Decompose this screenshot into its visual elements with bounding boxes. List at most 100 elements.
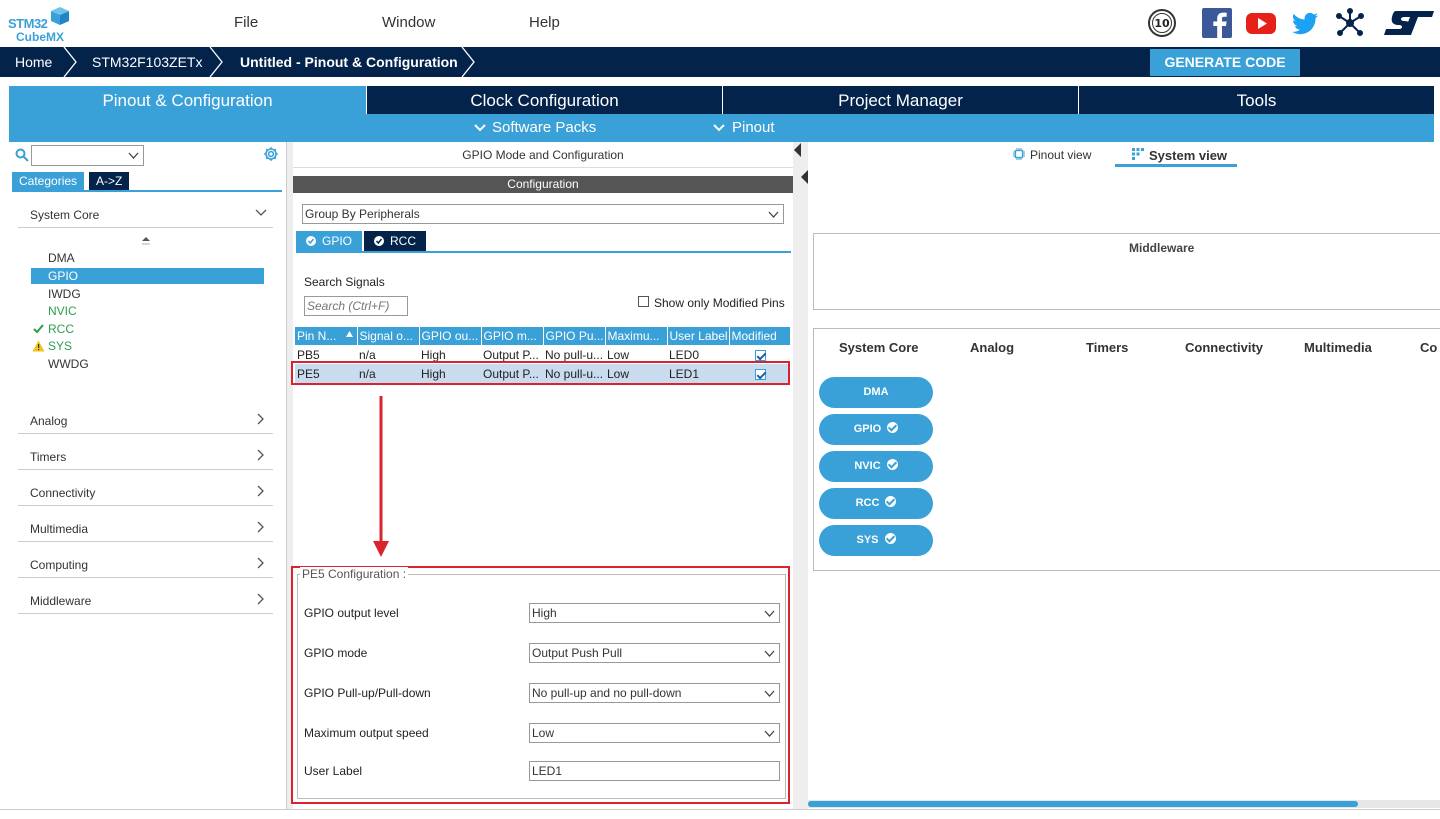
chevron-down-icon: [474, 124, 486, 132]
tab-categories[interactable]: Categories: [12, 172, 85, 190]
select-value: High: [532, 606, 557, 620]
column-header-pull[interactable]: GPIO Pu...: [543, 327, 606, 345]
menu-window[interactable]: Window: [382, 14, 435, 31]
breadcrumb-home[interactable]: Home: [15, 47, 52, 77]
sidebar-item-sys[interactable]: SYS: [31, 338, 264, 354]
column-connectivity: Connectivity: [1185, 340, 1264, 355]
column-computing: Co: [1420, 340, 1438, 355]
chevron-right-icon: [257, 521, 264, 533]
check-circle-icon: [887, 422, 899, 433]
breadcrumb-device[interactable]: STM32F103ZETx: [92, 47, 202, 77]
tab-underline: [296, 251, 791, 253]
field-label: Maximum output speed: [304, 726, 429, 740]
menu-help[interactable]: Help: [529, 14, 560, 31]
check-circle-icon: [886, 459, 898, 470]
max-output-speed-select[interactable]: Low: [529, 723, 780, 743]
sidebar-item-label: DMA: [48, 251, 75, 265]
youtube-icon[interactable]: [1246, 8, 1276, 38]
sidebar-item-iwdg[interactable]: IWDG: [31, 286, 264, 302]
gpio-output-level-select[interactable]: High: [529, 603, 780, 623]
system-view-panel: Pinout view System view Middleware Syste…: [808, 142, 1440, 809]
sidebar-item-nvic[interactable]: NVIC: [31, 303, 264, 319]
column-header-user-label[interactable]: User Label: [667, 327, 730, 345]
sidebar-item-label: IWDG: [48, 287, 81, 301]
button-label: NVIC: [854, 460, 881, 472]
pin-config-title: PE5 Configuration :: [300, 567, 409, 581]
tab-pinout-configuration[interactable]: Pinout & Configuration: [9, 86, 366, 115]
category-connectivity[interactable]: Connectivity: [18, 484, 273, 506]
category-label: System Core: [30, 208, 100, 222]
network-icon[interactable]: [1335, 8, 1365, 38]
facebook-icon[interactable]: [1202, 8, 1232, 38]
system-sys-button[interactable]: SYS: [819, 525, 933, 556]
column-header-output[interactable]: GPIO ou...: [419, 327, 482, 345]
tab-a-z[interactable]: A->Z: [89, 172, 130, 190]
st-logo-icon[interactable]: [1382, 8, 1436, 38]
chevron-right-icon: [257, 485, 264, 497]
column-system-core: System Core: [839, 340, 919, 355]
category-multimedia[interactable]: Multimedia: [18, 520, 273, 542]
show-modified-checkbox[interactable]: [638, 296, 649, 307]
tab-tools[interactable]: Tools: [1079, 86, 1434, 115]
system-rcc-button[interactable]: RCC: [819, 488, 933, 519]
input-value: LED1: [532, 764, 563, 778]
group-by-value: Group By Peripherals: [305, 207, 420, 221]
splitter[interactable]: [793, 142, 808, 809]
anniversary-badge-icon[interactable]: 10: [1147, 8, 1177, 38]
modified-checkbox[interactable]: [755, 349, 766, 361]
tab-gpio[interactable]: GPIO: [296, 231, 362, 251]
sidebar-item-wwdg[interactable]: WWDG: [31, 356, 264, 372]
annotation-arrow-icon: [373, 396, 389, 557]
logo-line1: STM32: [8, 16, 48, 31]
gpio-pull-select[interactable]: No pull-up and no pull-down: [529, 683, 780, 703]
sidebar-item-dma[interactable]: DMA: [31, 250, 264, 266]
menu-software-packs[interactable]: Software Packs: [492, 119, 596, 136]
sort-asc-icon: [345, 331, 353, 337]
group-by-select[interactable]: Group By Peripherals: [302, 204, 784, 224]
horizontal-scrollbar-track[interactable]: [808, 800, 1440, 808]
category-computing[interactable]: Computing: [18, 556, 273, 578]
tab-project-manager[interactable]: Project Manager: [723, 86, 1078, 115]
column-header-signal[interactable]: Signal o...: [357, 327, 420, 345]
sort-icon[interactable]: [142, 236, 150, 246]
horizontal-scrollbar-thumb[interactable]: [808, 801, 1358, 807]
column-timers: Timers: [1086, 340, 1129, 355]
user-label-input[interactable]: LED1: [529, 761, 780, 781]
collapse-left-icon[interactable]: [794, 143, 802, 157]
system-dma-button[interactable]: DMA: [819, 377, 933, 408]
check-circle-icon: [374, 236, 384, 246]
column-header-pin[interactable]: Pin N...: [295, 327, 358, 345]
twitter-icon[interactable]: [1290, 8, 1320, 38]
tab-clock-configuration[interactable]: Clock Configuration: [367, 86, 722, 115]
tab-system-view[interactable]: System view: [1149, 148, 1227, 163]
column-header-modified[interactable]: Modified: [729, 327, 791, 345]
chevron-down-icon: [764, 610, 775, 617]
chevron-right-icon: [257, 593, 264, 605]
system-nvic-button[interactable]: NVIC: [819, 451, 933, 482]
button-label: RCC: [855, 497, 880, 509]
tab-rcc[interactable]: RCC: [364, 231, 426, 251]
breadcrumb-current[interactable]: Untitled - Pinout & Configuration: [240, 47, 458, 77]
category-search-input[interactable]: [31, 145, 144, 166]
category-middleware[interactable]: Middleware: [18, 592, 273, 614]
chevron-down-icon: [764, 650, 775, 657]
sidebar-item-gpio[interactable]: GPIO: [31, 268, 264, 284]
system-gpio-button[interactable]: GPIO: [819, 414, 933, 445]
column-header-mode[interactable]: GPIO m...: [481, 327, 544, 345]
chevron-right-icon: [257, 449, 264, 461]
gear-icon[interactable]: [263, 146, 279, 162]
search-signals-input[interactable]: [304, 296, 408, 316]
tab-pinout-view[interactable]: Pinout view: [1030, 148, 1091, 162]
sidebar-item-rcc[interactable]: RCC: [31, 321, 264, 337]
gpio-mode-select[interactable]: Output Push Pull: [529, 643, 780, 663]
generate-code-button[interactable]: GENERATE CODE: [1150, 49, 1300, 76]
category-timers[interactable]: Timers: [18, 448, 273, 470]
category-analog[interactable]: Analog: [18, 412, 273, 434]
menu-pinout[interactable]: Pinout: [732, 119, 775, 136]
column-header-speed[interactable]: Maximu...: [605, 327, 668, 345]
menu-file[interactable]: File: [234, 14, 258, 31]
field-label: GPIO Pull-up/Pull-down: [304, 686, 431, 700]
chevron-down-icon: [713, 124, 725, 132]
category-system-core[interactable]: System Core: [18, 206, 273, 228]
sidebar-item-label: WWDG: [48, 357, 89, 371]
